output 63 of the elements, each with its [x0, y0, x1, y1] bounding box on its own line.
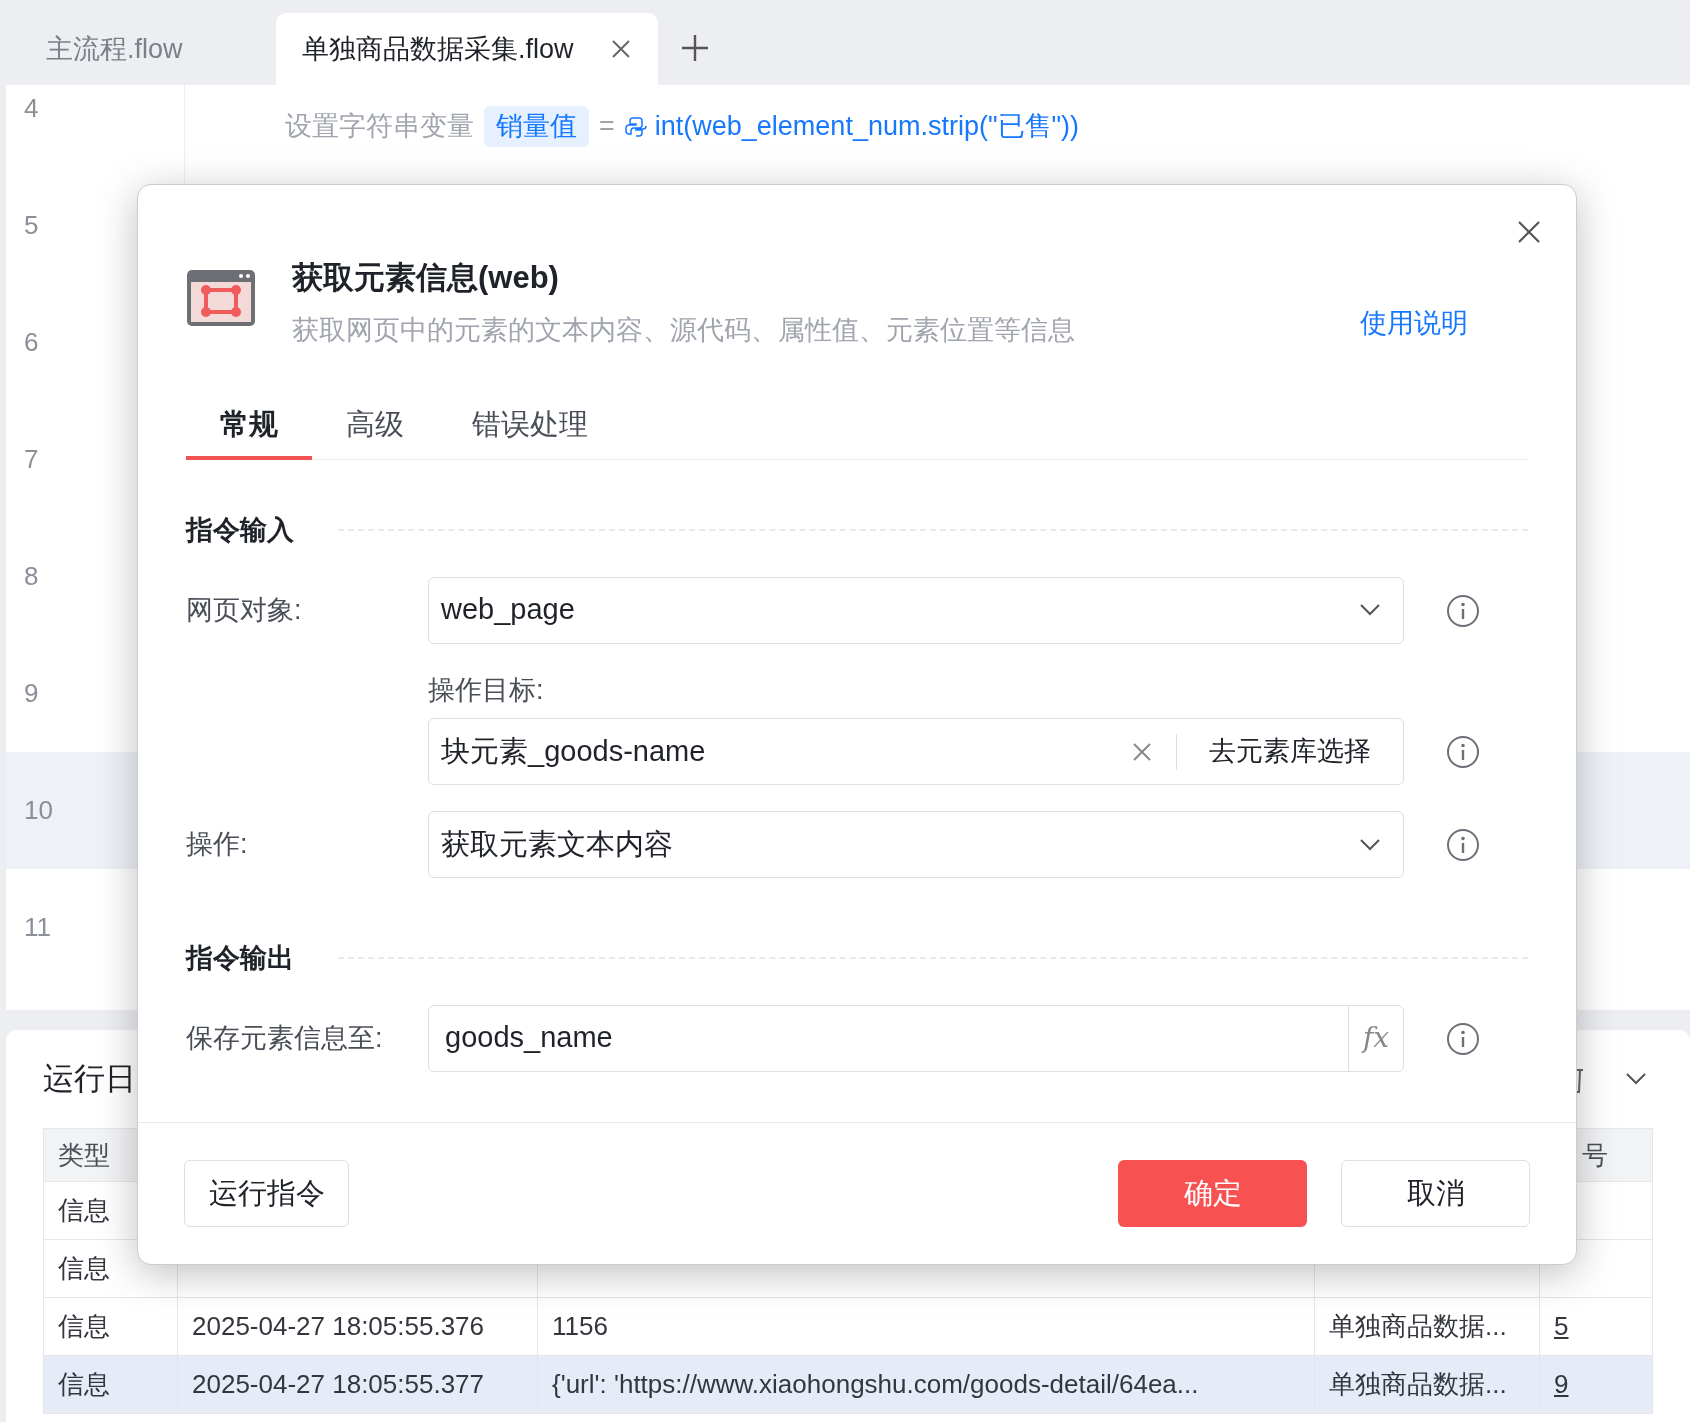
dialog-button[interactable]: 运行指令 — [184, 1160, 349, 1227]
field-label: 保存元素信息至: — [186, 1021, 383, 1055]
info-icon — [1446, 828, 1480, 862]
table-cell-text: 单独商品数据... — [1329, 1310, 1507, 1343]
line-number: 7 — [24, 443, 39, 476]
info-icon — [1446, 593, 1480, 628]
line-number: 9 — [24, 677, 39, 710]
column-header: 号 — [1582, 1138, 1608, 1172]
variable-tag: 销量值 — [484, 106, 589, 147]
chevron-down-icon — [1359, 603, 1381, 617]
select-field[interactable]: web_page — [428, 576, 1404, 644]
dialog-tab[interactable]: 高级 — [312, 394, 438, 460]
dialog-tab[interactable]: 错误处理 — [438, 394, 622, 460]
table-cell-text: 2025-04-27 18:05:55.376 — [192, 1310, 485, 1343]
table-cell-text: {'url': 'https://www.xiaohongshu.com/goods-detail/64ea... — [552, 1368, 1199, 1401]
add-tab-icon — [679, 33, 710, 63]
dialog-description: 获取网页中的元素的文本内容、源代码、属性值、元素位置等信息 — [292, 313, 1076, 347]
table-cell-text: 信息 — [58, 1310, 110, 1343]
dialog-button[interactable]: 取消 — [1341, 1160, 1530, 1227]
element-picker-field[interactable]: 块元素_goods-name 去元素库选择 — [428, 718, 1404, 785]
chevron-down-icon — [1359, 837, 1381, 852]
section-title: 指令输入 — [186, 514, 294, 547]
info-icon — [1446, 1021, 1480, 1056]
panel-title: 运行日 — [43, 1059, 136, 1098]
dialog-title: 获取元素信息(web) — [292, 259, 560, 297]
variable-field[interactable]: goods_name fx — [428, 1004, 1404, 1072]
library-button[interactable]: 去元素库选择 — [1177, 719, 1403, 784]
field-label: 网页对象: — [186, 593, 302, 627]
dialog-tab[interactable]: 常规 — [186, 394, 312, 460]
clear-icon — [1132, 741, 1152, 762]
field-label: 操作目标: — [428, 673, 545, 707]
line-link[interactable]: 5 — [1554, 1307, 1569, 1346]
code-keyword: 设置字符串变量 — [285, 110, 474, 144]
field-label: 操作: — [186, 828, 248, 862]
line-number: 4 — [24, 92, 39, 125]
close-icon[interactable] — [1516, 219, 1542, 245]
section-title: 指令输出 — [186, 942, 294, 975]
python-icon — [624, 115, 647, 138]
chevron-down-icon — [1625, 1072, 1647, 1086]
log-row[interactable]: 信息 2025-04-27 18:05:55.376 1156 单独商品数据... 5 — [44, 1297, 1652, 1355]
line-number: 8 — [24, 560, 39, 593]
line-number: 6 — [24, 326, 39, 359]
code-operator: = — [599, 110, 615, 144]
table-cell-text: 2025-04-27 18:05:55.377 — [192, 1368, 485, 1401]
tab[interactable]: 单独商品数据采集.flow — [276, 13, 658, 85]
table-cell-text: 信息 — [58, 1194, 110, 1227]
line-number: 5 — [24, 209, 39, 242]
line-number: 10 — [24, 794, 53, 827]
column-header: 类型 — [58, 1138, 110, 1172]
table-cell-text: 单独商品数据... — [1329, 1368, 1507, 1401]
log-row[interactable]: 信息 2025-04-27 18:05:55.377 {'url': 'https://www.xiaohongshu.com/goods-detail/64ea... 单独商品数据... 9 — [44, 1355, 1652, 1413]
close-icon — [609, 38, 632, 60]
fx-button[interactable]: fx — [1348, 1005, 1403, 1071]
web-element-icon — [186, 269, 256, 327]
select-field[interactable]: 获取元素文本内容 — [428, 811, 1404, 878]
help-link[interactable]: 使用说明 — [1360, 303, 1468, 344]
line-link[interactable]: 9 — [1554, 1365, 1569, 1404]
code-expression: int(web_element_num.strip("已售")) — [654, 110, 1080, 144]
table-cell-text: 1156 — [552, 1310, 608, 1343]
info-icon — [1446, 735, 1480, 769]
table-cell-text: 信息 — [58, 1252, 110, 1285]
table-cell-text: 信息 — [58, 1368, 110, 1401]
line-number: 11 — [24, 911, 51, 944]
